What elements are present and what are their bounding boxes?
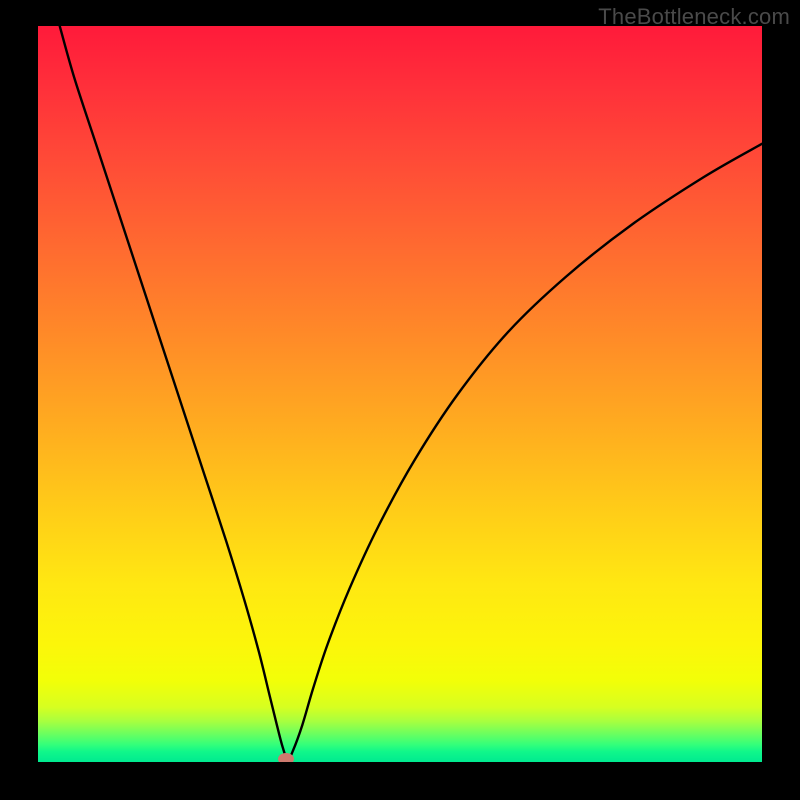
optimum-marker — [278, 753, 294, 762]
bottleneck-curve-svg — [38, 26, 762, 762]
bottleneck-curve-path — [60, 26, 762, 760]
plot-area — [38, 26, 762, 762]
watermark-text: TheBottleneck.com — [598, 4, 790, 30]
chart-frame: TheBottleneck.com — [0, 0, 800, 800]
